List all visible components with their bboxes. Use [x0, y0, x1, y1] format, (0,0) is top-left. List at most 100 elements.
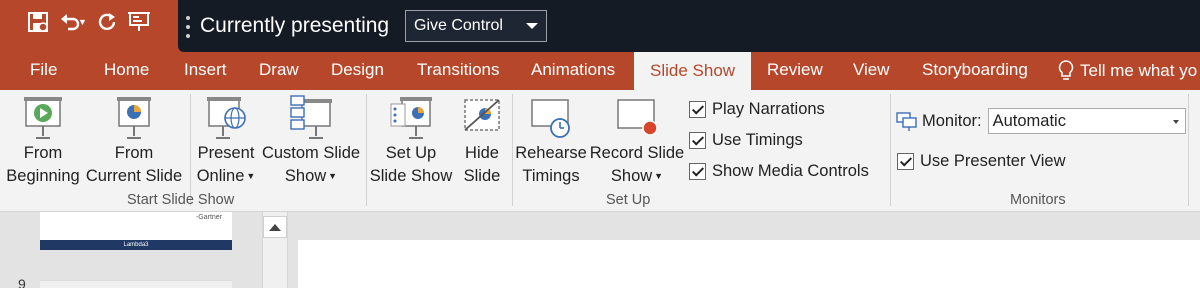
- thumbnail-note: -Gartner: [195, 214, 222, 221]
- save-icon[interactable]: [22, 4, 54, 40]
- rehearse-timings-button[interactable]: Rehearse Timings: [514, 90, 588, 190]
- record-label-2: Show: [610, 167, 653, 185]
- group-label-monitors: Monitors: [1010, 192, 1066, 208]
- use-timings-label: Use Timings: [712, 131, 803, 149]
- from-current-label-2: Current Slide: [85, 167, 183, 185]
- thumbnail-scrollbar[interactable]: [262, 212, 288, 288]
- ribbon-tabs: File Home Insert Draw Design Transitions…: [0, 52, 1200, 90]
- tab-view[interactable]: View: [853, 52, 890, 90]
- set-up-slide-show-button[interactable]: Set Up Slide Show: [368, 90, 454, 190]
- custom-show-label-2: Show: [284, 167, 327, 185]
- use-presenter-view-checkbox[interactable]: Use Presenter View: [897, 152, 1066, 171]
- play-from-beginning-icon: [24, 97, 62, 139]
- play-narrations-checkbox[interactable]: Play Narrations: [689, 100, 825, 119]
- slide-thumbnail[interactable]: -Gartner Lambda3: [40, 212, 232, 250]
- tab-file[interactable]: File: [30, 52, 57, 90]
- use-timings-checkbox[interactable]: Use Timings: [689, 131, 803, 150]
- tell-me-text: Tell me what yo: [1080, 61, 1198, 80]
- tab-animations[interactable]: Animations: [531, 52, 615, 90]
- record-label-1: Record Slide: [589, 144, 685, 162]
- group-separator: [1188, 94, 1189, 206]
- tab-home[interactable]: Home: [104, 52, 149, 90]
- from-beginning-label-1: From: [23, 144, 63, 162]
- group-separator: [890, 94, 891, 206]
- show-media-controls-checkbox[interactable]: Show Media Controls: [689, 162, 869, 181]
- custom-show-label-1: Custom Slide: [261, 144, 361, 162]
- workspace: -Gartner Lambda3 9: [0, 212, 1200, 288]
- present-online-label-1: Present: [197, 144, 255, 162]
- scroll-up-button[interactable]: [263, 216, 287, 238]
- play-from-current-icon: [117, 97, 151, 139]
- tab-design[interactable]: Design: [331, 52, 384, 90]
- separator: [512, 94, 513, 206]
- chevron-down-icon: [1172, 120, 1179, 124]
- checkbox-checked-icon: [689, 163, 706, 180]
- undo-dropdown-icon[interactable]: ▼: [78, 17, 87, 27]
- presenting-bar: Currently presenting Give Control: [178, 0, 1200, 52]
- slide-thumbnail-panel: -Gartner Lambda3 9: [0, 212, 262, 288]
- slide-thumbnail[interactable]: [40, 280, 232, 288]
- monitor-select-value: Automatic: [992, 112, 1066, 130]
- monitor-label: Monitor:: [922, 111, 982, 130]
- play-narrations-label: Play Narrations: [712, 100, 825, 118]
- hide-slide-button[interactable]: Hide Slide: [454, 90, 510, 190]
- tab-draw[interactable]: Draw: [259, 52, 299, 90]
- lightbulb-icon: [1058, 60, 1074, 80]
- thumbnail-footer-band: Lambda3: [40, 240, 232, 250]
- rehearse-label-1: Rehearse: [515, 144, 587, 162]
- hide-slide-icon: [464, 99, 500, 131]
- monitor-select[interactable]: Automatic: [987, 108, 1186, 134]
- tell-me-search[interactable]: Tell me what yo: [1058, 52, 1197, 90]
- from-beginning-button[interactable]: From Beginning: [2, 90, 84, 190]
- dropdown-caret-icon: ▼: [328, 171, 338, 182]
- title-bar: ▼ Currently presenting Give Control: [0, 0, 1200, 52]
- chevron-down-icon: [526, 23, 538, 29]
- checkbox-checked-icon: [689, 101, 706, 118]
- rehearse-timings-icon: [531, 99, 570, 138]
- give-control-label: Give Control: [414, 17, 503, 34]
- present-online-label-2: Online: [196, 167, 245, 185]
- set-up-show-icon: [390, 97, 432, 139]
- group-label-set-up: Set Up: [606, 192, 651, 208]
- use-presenter-view-label: Use Presenter View: [920, 152, 1066, 170]
- arrow-up-icon: [269, 223, 281, 231]
- give-control-dropdown[interactable]: Give Control: [405, 10, 547, 42]
- slide-canvas[interactable]: [298, 240, 1200, 288]
- group-separator: [366, 94, 367, 206]
- checkbox-checked-icon: [689, 132, 706, 149]
- separator: [190, 94, 191, 206]
- show-media-controls-label: Show Media Controls: [712, 162, 869, 180]
- start-slideshow-icon[interactable]: [123, 4, 155, 40]
- record-slide-show-button[interactable]: Record Slide Show ▼: [588, 90, 686, 190]
- record-icon: [617, 99, 658, 136]
- present-online-icon: [207, 97, 246, 139]
- hide-slide-label-1: Hide: [465, 144, 499, 162]
- rehearse-label-2: Timings: [522, 167, 580, 185]
- redo-icon[interactable]: [91, 4, 123, 40]
- tab-storyboarding[interactable]: Storyboarding: [922, 52, 1028, 90]
- set-up-label-1: Set Up: [385, 144, 437, 162]
- set-up-label-2: Slide Show: [369, 167, 453, 185]
- slide-number: 9: [18, 276, 26, 288]
- monitor-icon: [896, 112, 917, 131]
- custom-show-icon: [290, 95, 332, 139]
- from-current-label-1: From: [114, 144, 154, 162]
- dropdown-caret-icon: ▼: [654, 171, 664, 182]
- drag-grip-icon[interactable]: [186, 16, 190, 38]
- tab-transitions[interactable]: Transitions: [417, 52, 500, 90]
- present-online-button[interactable]: Present Online ▼: [192, 90, 260, 190]
- checkbox-checked-icon: [897, 153, 914, 170]
- from-current-slide-button[interactable]: From Current Slide: [84, 90, 184, 190]
- group-label-start-slide-show: Start Slide Show: [127, 192, 235, 208]
- tab-slide-show[interactable]: Slide Show: [634, 52, 752, 90]
- quick-access-toolbar: ▼: [0, 0, 155, 44]
- tab-review[interactable]: Review: [767, 52, 823, 90]
- presenting-status: Currently presenting: [200, 14, 390, 37]
- dropdown-caret-icon: ▼: [246, 171, 256, 182]
- ribbon-slide-show: From Beginning From Current Slide Present O…: [0, 90, 1200, 212]
- monitor-row: Monitor: Automatic: [896, 108, 1186, 134]
- hide-slide-label-2: Slide: [463, 167, 501, 185]
- tab-insert[interactable]: Insert: [184, 52, 227, 90]
- from-beginning-label-2: Beginning: [6, 167, 80, 185]
- custom-slide-show-button[interactable]: Custom Slide Show ▼: [258, 90, 364, 190]
